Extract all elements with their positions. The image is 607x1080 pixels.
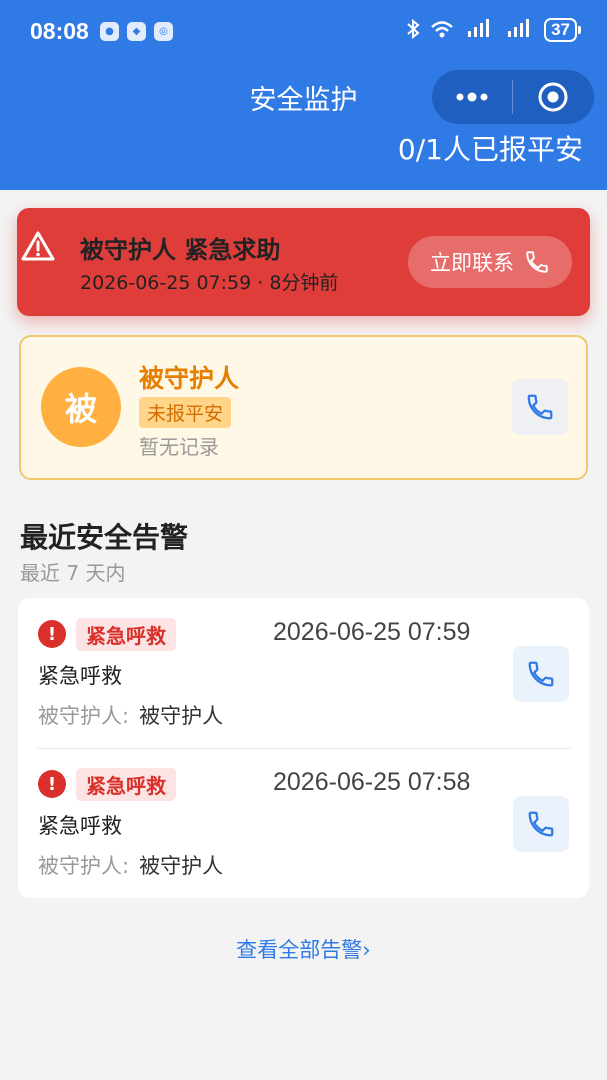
- alert-type-badge: 紧急呼救: [76, 618, 176, 651]
- contact-label: 立即联系: [430, 251, 514, 275]
- alert-item-person: 被守护人: 被守护人: [38, 850, 223, 880]
- alert-call-button[interactable]: [513, 646, 569, 702]
- view-all-alerts-link[interactable]: 查看全部告警›: [0, 934, 607, 964]
- bluetooth-icon: [406, 18, 420, 42]
- status-indicators: 37: [406, 18, 581, 42]
- warning-triangle-icon: [20, 228, 56, 268]
- wifi-icon: [430, 19, 454, 42]
- alert-item-time: 2026-06-25 07:58: [273, 768, 471, 796]
- header: 08:08 ● ◆ ◎ 37 安全监护 0/1人已报平安: [0, 0, 607, 190]
- phone-icon: [528, 661, 554, 687]
- more-icon: [456, 92, 488, 102]
- section-subtitle: 最近 7 天内: [20, 561, 126, 585]
- alert-item-desc: 紧急呼救: [38, 814, 122, 838]
- alert-call-button[interactable]: [513, 796, 569, 852]
- signal-icon-2: [504, 18, 534, 42]
- signal-icon: [464, 18, 494, 42]
- status-time: 08:08: [30, 18, 89, 44]
- message-icon: ●: [100, 22, 119, 41]
- close-button[interactable]: [513, 70, 593, 124]
- app-icon: ◆: [127, 22, 146, 41]
- alert-title: 被守护人 紧急求助: [80, 236, 281, 264]
- person-value: 被守护人: [139, 704, 224, 728]
- phone-icon: [528, 811, 554, 837]
- notification-icons: ● ◆ ◎: [100, 22, 173, 41]
- contact-now-button[interactable]: 立即联系: [408, 236, 572, 288]
- record-text: 暂无记录: [139, 435, 219, 459]
- person-label: 被守护人:: [38, 704, 130, 728]
- status-bar: 08:08 ● ◆ ◎ 37: [0, 0, 607, 64]
- miniprogram-capsule: [432, 70, 594, 124]
- alert-item-desc: 紧急呼救: [38, 664, 122, 688]
- alert-type-badge: 紧急呼救: [76, 768, 176, 801]
- section-title: 最近安全告警: [20, 521, 189, 554]
- safe-count: 0/1人已报平安: [397, 133, 583, 166]
- phone-icon: [526, 251, 548, 273]
- guarded-person-card[interactable]: 被 被守护人 未报平安 暂无记录: [19, 335, 588, 480]
- avatar: 被: [41, 367, 121, 447]
- list-item[interactable]: ! 紧急呼救 2026-06-25 07:58 紧急呼救 被守护人: 被守护人: [18, 748, 589, 898]
- hotspot-icon: ◎: [154, 22, 173, 41]
- phone-icon: [527, 394, 553, 420]
- target-close-icon: [538, 82, 568, 112]
- alerts-list: ! 紧急呼救 2026-06-25 07:59 紧急呼救 被守护人: 被守护人 !…: [18, 598, 589, 898]
- person-label: 被守护人:: [38, 854, 130, 878]
- alert-time: 2026-06-25 07:59 · 8分钟前: [80, 272, 339, 294]
- person-value: 被守护人: [139, 854, 224, 878]
- more-button[interactable]: [432, 70, 512, 124]
- list-item[interactable]: ! 紧急呼救 2026-06-25 07:59 紧急呼救 被守护人: 被守护人: [18, 598, 589, 749]
- status-badge: 未报平安: [139, 397, 232, 428]
- battery-indicator: 37: [544, 18, 581, 42]
- error-icon: !: [38, 620, 66, 648]
- alert-item-person: 被守护人: 被守护人: [38, 700, 223, 730]
- alert-item-time: 2026-06-25 07:59: [273, 618, 471, 646]
- person-call-button[interactable]: [512, 379, 568, 435]
- error-icon: !: [38, 770, 66, 798]
- person-name: 被守护人: [139, 364, 240, 393]
